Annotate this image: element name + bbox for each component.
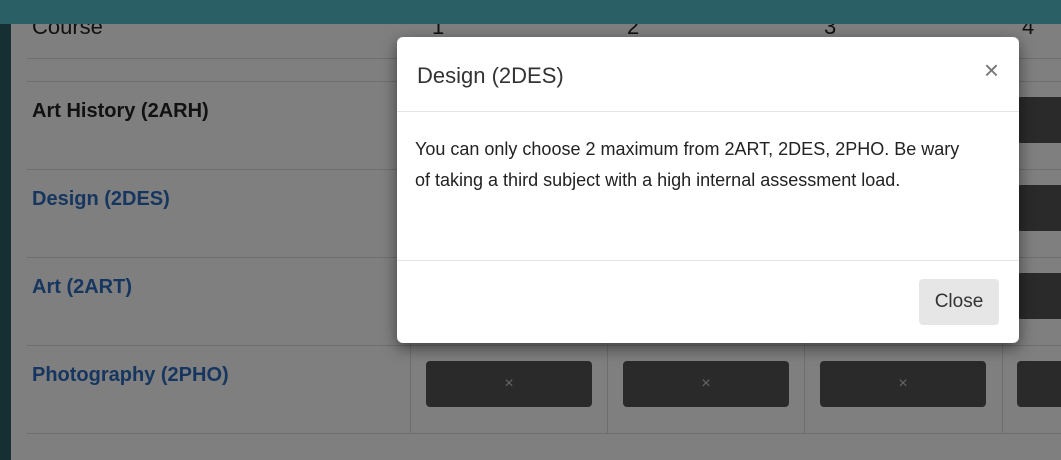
- modal-footer: Close: [397, 261, 1019, 343]
- window-frame-top: [0, 0, 1061, 24]
- close-button[interactable]: Close: [919, 279, 999, 325]
- close-icon[interactable]: ×: [984, 57, 999, 83]
- modal-header: Design (2DES) ×: [397, 37, 1019, 112]
- modal-title: Design (2DES): [417, 63, 564, 88]
- modal-message: You can only choose 2 maximum from 2ART,…: [415, 139, 960, 190]
- modal-body: You can only choose 2 maximum from 2ART,…: [397, 112, 1019, 261]
- modal-dialog: Design (2DES) × You can only choose 2 ma…: [397, 37, 1019, 343]
